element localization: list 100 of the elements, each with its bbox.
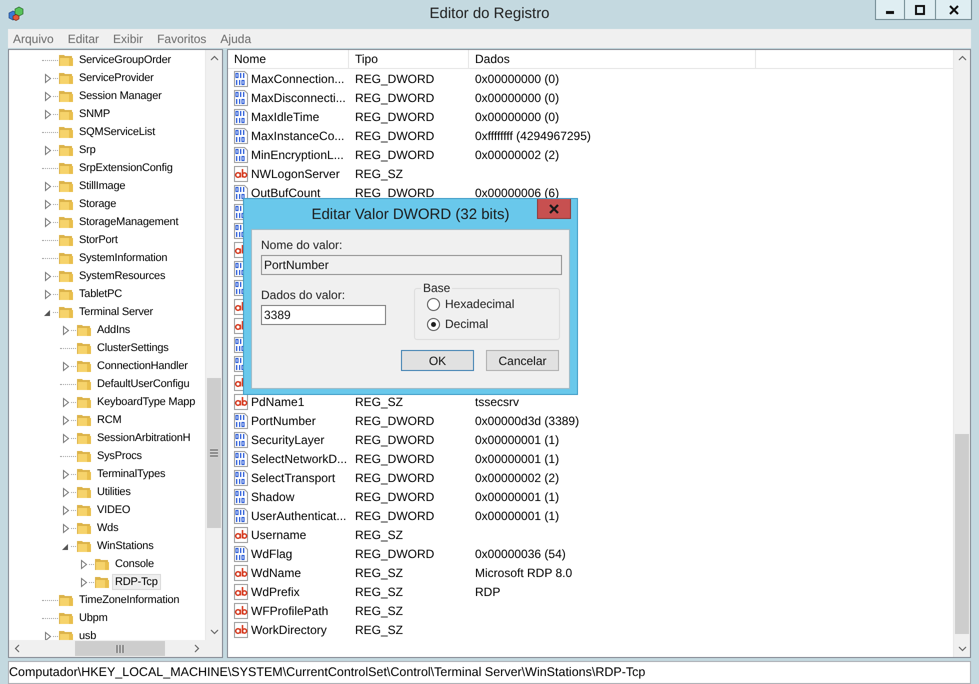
tree-item[interactable]: ServiceProvider xyxy=(76,70,157,86)
collapsed-arrow-icon[interactable] xyxy=(60,504,71,516)
menu-item[interactable]: Favoritos xyxy=(157,32,212,46)
tree-item[interactable]: VIDEO xyxy=(94,502,134,518)
value-name-field[interactable]: PortNumber xyxy=(261,255,562,275)
collapsed-arrow-icon[interactable] xyxy=(42,108,53,120)
menu-item[interactable]: Editar xyxy=(68,32,104,46)
value-name[interactable]: MaxInstanceCo... xyxy=(251,128,344,142)
tree-item[interactable]: RDP-Tcp xyxy=(112,574,161,590)
column-header[interactable]: Tipo xyxy=(349,50,469,68)
collapsed-arrow-icon[interactable] xyxy=(42,180,53,192)
tree-item[interactable]: Wds xyxy=(94,520,122,536)
tree-item[interactable]: StorPort xyxy=(76,232,121,248)
tree-item[interactable]: StillImage xyxy=(76,178,128,194)
collapsed-arrow-icon[interactable] xyxy=(42,90,53,102)
tree-item[interactable]: usb xyxy=(76,628,100,640)
tree-item[interactable]: ConnectionHandler xyxy=(94,358,191,374)
tree-item[interactable]: Storage xyxy=(76,196,120,212)
value-name[interactable]: MaxIdleTime xyxy=(251,110,320,124)
value-name[interactable]: MaxConnection... xyxy=(251,72,344,86)
radio-option[interactable]: Hexadecimal xyxy=(427,297,559,311)
menu-item[interactable]: Arquivo xyxy=(13,32,59,46)
collapsed-arrow-icon[interactable] xyxy=(42,270,53,282)
value-name[interactable]: Username xyxy=(251,528,306,542)
tree-item[interactable]: WinStations xyxy=(94,538,156,554)
value-name[interactable]: NWLogonServer xyxy=(251,166,340,180)
collapsed-arrow-icon[interactable] xyxy=(42,630,53,640)
radio-button[interactable] xyxy=(427,318,440,330)
collapsed-arrow-icon[interactable] xyxy=(60,324,71,336)
collapsed-arrow-icon[interactable] xyxy=(42,198,53,210)
tree-item[interactable]: Console xyxy=(112,556,157,572)
tree-item[interactable]: SQMServiceList xyxy=(76,124,158,140)
value-name[interactable]: WFProfilePath xyxy=(251,604,328,618)
collapsed-arrow-icon[interactable] xyxy=(42,288,53,300)
value-name[interactable]: WorkDirectory xyxy=(251,622,327,636)
column-header[interactable]: Dados xyxy=(469,50,756,68)
collapsed-arrow-icon[interactable] xyxy=(60,414,71,426)
scroll-down-icon[interactable] xyxy=(958,644,967,653)
value-name[interactable]: PortNumber xyxy=(251,414,316,428)
scroll-thumb[interactable] xyxy=(955,434,969,634)
value-name[interactable]: OutBufCount xyxy=(251,186,320,200)
value-name[interactable]: SelectNetworkD... xyxy=(251,452,348,466)
minimize-button[interactable] xyxy=(875,0,905,20)
tree-item[interactable]: SysProcs xyxy=(94,448,145,464)
menu-item[interactable]: Ajuda xyxy=(220,32,256,46)
tree-item[interactable]: KeyboardType Mapp xyxy=(94,394,198,410)
tree-item[interactable]: SrpExtensionConfig xyxy=(76,160,176,176)
value-name[interactable]: WdName xyxy=(251,566,302,580)
tree-item[interactable]: SessionArbitrationH xyxy=(94,430,194,446)
tree-item[interactable]: Session Manager xyxy=(76,88,165,104)
collapsed-arrow-icon[interactable] xyxy=(60,360,71,372)
scroll-left-icon[interactable] xyxy=(13,644,22,653)
dialog-button[interactable]: OK xyxy=(401,350,474,371)
tree-item[interactable]: SystemResources xyxy=(76,268,168,284)
scroll-thumb[interactable] xyxy=(207,378,221,528)
value-name[interactable]: WdFlag xyxy=(251,546,292,560)
collapsed-arrow-icon[interactable] xyxy=(42,72,53,84)
scroll-right-icon[interactable] xyxy=(192,644,201,653)
tree-item[interactable]: TimeZoneInformation xyxy=(76,592,182,608)
tree-item[interactable]: Terminal Server xyxy=(76,304,156,320)
tree-item[interactable]: TerminalTypes xyxy=(94,466,168,482)
value-name[interactable]: PdName1 xyxy=(251,394,304,408)
value-name[interactable]: SecurityLayer xyxy=(251,432,324,446)
value-name[interactable]: MinEncryptionL... xyxy=(251,148,344,162)
dialog-button[interactable]: Cancelar xyxy=(486,350,559,371)
close-button[interactable] xyxy=(935,0,972,20)
radio-button[interactable] xyxy=(427,298,440,310)
tree-item[interactable]: ServiceGroupOrder xyxy=(76,52,174,68)
tree-item[interactable]: SNMP xyxy=(76,106,113,122)
tree-item[interactable]: DefaultUserConfigu xyxy=(94,376,192,392)
collapsed-arrow-icon[interactable] xyxy=(42,216,53,228)
menu-item[interactable]: Exibir xyxy=(113,32,148,46)
maximize-button[interactable] xyxy=(904,0,936,20)
scroll-down-icon[interactable] xyxy=(210,627,219,636)
value-name[interactable]: Shadow xyxy=(251,490,294,504)
collapsed-arrow-icon[interactable] xyxy=(60,396,71,408)
collapsed-arrow-icon[interactable] xyxy=(42,144,53,156)
value-data-field[interactable]: 3389 xyxy=(261,305,386,325)
radio-option[interactable]: Decimal xyxy=(427,317,559,331)
column-header[interactable]: Nome xyxy=(228,50,349,68)
tree-item[interactable]: Ubpm xyxy=(76,610,111,626)
collapsed-arrow-icon[interactable] xyxy=(60,432,71,444)
value-name[interactable]: MaxDisconnecti... xyxy=(251,90,346,104)
tree-item[interactable]: TabletPC xyxy=(76,286,126,302)
collapsed-arrow-icon[interactable] xyxy=(78,576,89,588)
scroll-up-icon[interactable] xyxy=(958,54,967,63)
tree-item[interactable]: RCM xyxy=(94,412,124,428)
value-name[interactable]: WdPrefix xyxy=(251,584,300,598)
tree-item[interactable]: Utilities xyxy=(94,484,134,500)
value-name[interactable]: UserAuthenticat... xyxy=(251,508,346,522)
collapsed-arrow-icon[interactable] xyxy=(60,468,71,480)
collapsed-arrow-icon[interactable] xyxy=(60,486,71,498)
scroll-thumb[interactable] xyxy=(74,641,166,656)
collapsed-arrow-icon[interactable] xyxy=(60,522,71,534)
collapsed-arrow-icon[interactable] xyxy=(78,558,89,570)
tree-item[interactable]: ClusterSettings xyxy=(94,340,172,356)
tree-item[interactable]: AddIns xyxy=(94,322,134,338)
tree-item[interactable]: Srp xyxy=(76,142,99,158)
tree-item[interactable]: StorageManagement xyxy=(76,214,182,230)
value-name[interactable]: SelectTransport xyxy=(251,470,336,484)
